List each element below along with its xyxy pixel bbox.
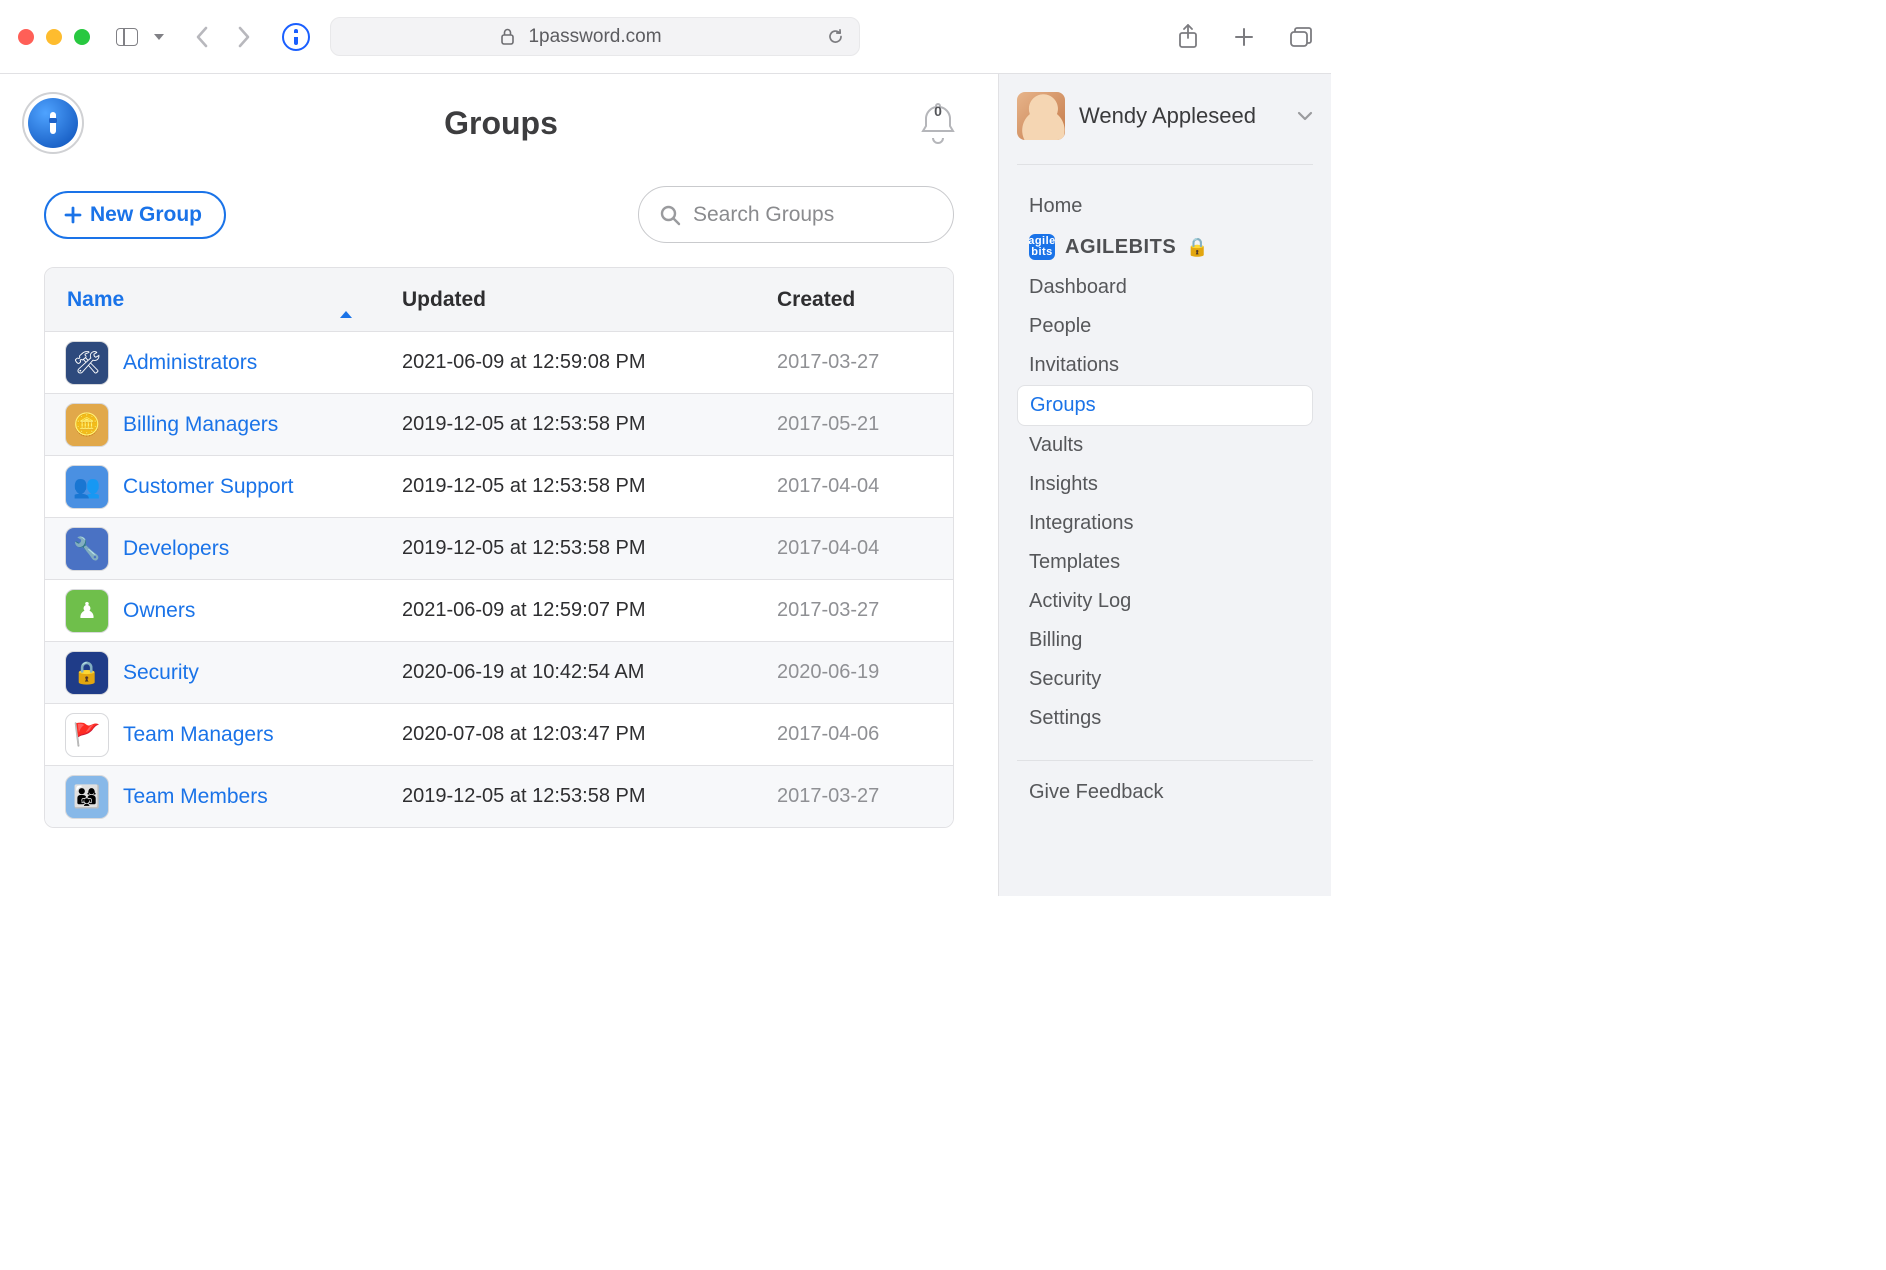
new-group-label: New Group: [90, 203, 202, 227]
sidebar-item-vaults[interactable]: Vaults: [1017, 426, 1313, 465]
group-created: 2017-03-27: [755, 351, 953, 374]
chevron-down-icon: [1297, 111, 1313, 121]
sidebar-toggle-icon[interactable]: [116, 28, 138, 46]
tabs-overview-icon[interactable]: [1289, 26, 1313, 48]
group-name: Customer Support: [123, 475, 293, 499]
close-window-button[interactable]: [18, 29, 34, 45]
address-bar[interactable]: 1password.com: [330, 17, 860, 56]
table-row[interactable]: 🚩 Team Managers 2020-07-08 at 12:03:47 P…: [45, 703, 953, 765]
groups-table: Name Updated Created 🛠 Administrators 20…: [44, 267, 954, 828]
url-text: 1password.com: [528, 26, 661, 48]
table-row[interactable]: 🔧 Developers 2019-12-05 at 12:53:58 PM 2…: [45, 517, 953, 579]
sidebar: Wendy Appleseed Home agilebits AGILEBITS…: [998, 74, 1331, 896]
maximize-window-button[interactable]: [74, 29, 90, 45]
sidebar-item-billing[interactable]: Billing: [1017, 621, 1313, 660]
search-groups-input[interactable]: Search Groups: [638, 186, 954, 243]
table-row[interactable]: ♟ Owners 2021-06-09 at 12:59:07 PM 2017-…: [45, 579, 953, 641]
sidebar-item-settings[interactable]: Settings: [1017, 699, 1313, 738]
sidebar-item-templates[interactable]: Templates: [1017, 543, 1313, 582]
column-header-updated[interactable]: Updated: [380, 288, 755, 312]
group-icon: 🪙: [65, 403, 109, 447]
table-row[interactable]: 👥 Customer Support 2019-12-05 at 12:53:5…: [45, 455, 953, 517]
onepassword-logo[interactable]: [22, 92, 84, 154]
group-updated: 2019-12-05 at 12:53:58 PM: [380, 413, 755, 436]
new-tab-icon[interactable]: [1233, 26, 1255, 48]
group-updated: 2020-07-08 at 12:03:47 PM: [380, 723, 755, 746]
sidebar-item-dashboard[interactable]: Dashboard: [1017, 268, 1313, 307]
lock-icon: [500, 28, 515, 45]
minimize-window-button[interactable]: [46, 29, 62, 45]
group-created: 2017-04-04: [755, 475, 953, 498]
user-name: Wendy Appleseed: [1079, 103, 1256, 129]
column-header-created[interactable]: Created: [755, 288, 953, 312]
lock-icon: 🔒: [1186, 237, 1209, 258]
group-icon: 👨‍👩‍👧: [65, 775, 109, 819]
sidebar-nav: Home agilebits AGILEBITS 🔒 Dashboard Peo…: [1017, 187, 1313, 761]
sidebar-item-integrations[interactable]: Integrations: [1017, 504, 1313, 543]
search-placeholder: Search Groups: [693, 203, 834, 227]
tab-dropdown-icon[interactable]: [154, 34, 164, 40]
group-name: Administrators: [123, 351, 257, 375]
table-row[interactable]: 👨‍👩‍👧 Team Members 2019-12-05 at 12:53:5…: [45, 765, 953, 827]
group-icon: 🛠: [65, 341, 109, 385]
give-feedback-link[interactable]: Give Feedback: [1017, 761, 1313, 824]
group-created: 2017-04-04: [755, 537, 953, 560]
group-updated: 2021-06-09 at 12:59:08 PM: [380, 351, 755, 374]
group-name: Developers: [123, 537, 229, 561]
table-row[interactable]: 🛠 Administrators 2021-06-09 at 12:59:08 …: [45, 331, 953, 393]
group-name: Billing Managers: [123, 413, 278, 437]
avatar: [1017, 92, 1065, 140]
sidebar-item-invitations[interactable]: Invitations: [1017, 346, 1313, 385]
sidebar-item-activity-log[interactable]: Activity Log: [1017, 582, 1313, 621]
sidebar-item-security[interactable]: Security: [1017, 660, 1313, 699]
group-created: 2017-04-06: [755, 723, 953, 746]
group-icon: ♟: [65, 589, 109, 633]
forward-button[interactable]: [236, 25, 252, 49]
group-icon: 👥: [65, 465, 109, 509]
onepassword-extension-icon[interactable]: [282, 23, 310, 51]
group-icon: 🚩: [65, 713, 109, 757]
back-button[interactable]: [194, 25, 210, 49]
group-name: Security: [123, 661, 199, 685]
group-updated: 2019-12-05 at 12:53:58 PM: [380, 537, 755, 560]
sidebar-item-insights[interactable]: Insights: [1017, 465, 1313, 504]
group-updated: 2019-12-05 at 12:53:58 PM: [380, 785, 755, 808]
group-created: 2017-05-21: [755, 413, 953, 436]
sidebar-item-people[interactable]: People: [1017, 307, 1313, 346]
notification-count: 0: [934, 103, 942, 119]
group-name: Team Members: [123, 785, 268, 809]
group-created: 2017-03-27: [755, 785, 953, 808]
table-header: Name Updated Created: [45, 268, 953, 331]
org-icon: agilebits: [1029, 234, 1055, 260]
user-menu[interactable]: Wendy Appleseed: [1017, 92, 1313, 165]
window-controls: [18, 29, 90, 45]
plus-icon: [64, 206, 82, 224]
group-created: 2020-06-19: [755, 661, 953, 684]
reload-icon[interactable]: [826, 27, 845, 46]
table-row[interactable]: 🪙 Billing Managers 2019-12-05 at 12:53:5…: [45, 393, 953, 455]
group-icon: 🔒: [65, 651, 109, 695]
table-row[interactable]: 🔒 Security 2020-06-19 at 10:42:54 AM 202…: [45, 641, 953, 703]
sidebar-item-home[interactable]: Home: [1017, 187, 1313, 226]
group-name: Team Managers: [123, 723, 274, 747]
sort-ascending-icon: [340, 288, 352, 318]
main-content: Groups 0 New Group Search Groups Name: [0, 74, 998, 896]
share-icon[interactable]: [1177, 24, 1199, 50]
search-icon: [659, 204, 681, 226]
org-name: AGILEBITS: [1065, 236, 1176, 259]
group-updated: 2021-06-09 at 12:59:07 PM: [380, 599, 755, 622]
group-created: 2017-03-27: [755, 599, 953, 622]
sidebar-item-groups[interactable]: Groups: [1017, 385, 1313, 426]
column-header-name[interactable]: Name: [45, 288, 380, 312]
group-updated: 2019-12-05 at 12:53:58 PM: [380, 475, 755, 498]
sidebar-item-org[interactable]: agilebits AGILEBITS 🔒: [1017, 226, 1313, 268]
new-group-button[interactable]: New Group: [44, 191, 226, 239]
notifications-button[interactable]: 0: [918, 100, 958, 146]
group-icon: 🔧: [65, 527, 109, 571]
page-title: Groups: [84, 105, 918, 142]
browser-chrome: 1password.com: [0, 0, 1331, 74]
group-updated: 2020-06-19 at 10:42:54 AM: [380, 661, 755, 684]
group-name: Owners: [123, 599, 195, 623]
